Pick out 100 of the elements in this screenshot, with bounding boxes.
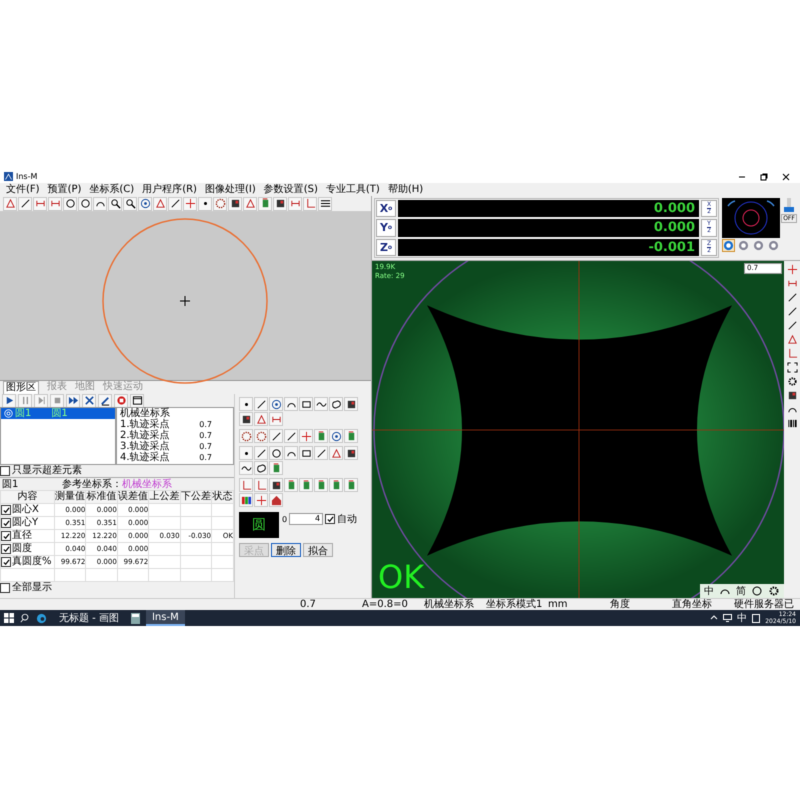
pen-tool[interactable] bbox=[98, 394, 112, 408]
crosshair-icon[interactable] bbox=[786, 264, 798, 275]
axes-icon[interactable] bbox=[786, 348, 798, 359]
ime-charset-text[interactable]: 简 bbox=[736, 584, 746, 598]
window-tool[interactable] bbox=[130, 394, 144, 408]
feature-tree-row[interactable]: 圆1 圆1 bbox=[1, 408, 115, 419]
color-bars-tool[interactable] bbox=[239, 493, 253, 507]
chevron-icon[interactable] bbox=[710, 614, 718, 622]
blob-tool[interactable] bbox=[329, 397, 343, 411]
action-button[interactable]: 拟合 bbox=[303, 543, 333, 557]
target-tool[interactable] bbox=[269, 397, 283, 411]
triangle-tool[interactable] bbox=[243, 196, 257, 210]
menu-item[interactable]: 坐标系(C) bbox=[89, 184, 134, 195]
checkbox[interactable] bbox=[1, 531, 11, 541]
light-mode-button[interactable] bbox=[722, 239, 735, 252]
crosshair-tool[interactable] bbox=[183, 196, 197, 210]
arc-tool[interactable] bbox=[284, 397, 298, 411]
document-tool[interactable] bbox=[269, 461, 283, 475]
reference-link[interactable]: 机械坐标系 bbox=[122, 477, 172, 491]
line-tool[interactable] bbox=[18, 196, 32, 210]
menu-item[interactable]: 专业工具(T) bbox=[326, 184, 380, 195]
crosshair-tool[interactable] bbox=[299, 429, 313, 443]
fast-forward-tool[interactable] bbox=[66, 394, 80, 408]
checkbox[interactable] bbox=[1, 557, 11, 567]
input-method-text[interactable]: 中 bbox=[737, 611, 748, 625]
close-icon[interactable] bbox=[782, 172, 790, 180]
line-tool[interactable] bbox=[314, 446, 328, 460]
document-tool[interactable] bbox=[344, 429, 358, 443]
magnifier-tool[interactable] bbox=[108, 196, 122, 210]
view-tab[interactable]: 图形区 bbox=[3, 381, 39, 394]
target-tool[interactable] bbox=[138, 196, 152, 210]
circle-icon[interactable] bbox=[751, 585, 763, 597]
restore-icon[interactable] bbox=[760, 172, 768, 180]
menu-item[interactable]: 图像处理(I) bbox=[204, 184, 256, 195]
arc-tool[interactable] bbox=[284, 446, 298, 460]
line-icon[interactable] bbox=[786, 292, 798, 303]
light-mode-button[interactable] bbox=[767, 239, 780, 252]
dimension-tool[interactable] bbox=[48, 196, 62, 210]
light-slider[interactable] bbox=[787, 198, 791, 212]
block-tool[interactable] bbox=[273, 196, 287, 210]
notification-icon[interactable] bbox=[752, 614, 760, 622]
ime-mode-text[interactable]: 中 bbox=[704, 584, 714, 598]
lines-tool[interactable] bbox=[318, 196, 332, 210]
taskbar-app[interactable]: 无标题 - 画图 bbox=[53, 610, 125, 626]
line-icon[interactable] bbox=[786, 306, 798, 317]
menu-item[interactable]: 帮助(H) bbox=[388, 184, 424, 195]
play-tool[interactable] bbox=[2, 394, 16, 408]
gear-icon[interactable] bbox=[768, 585, 780, 597]
line-icon[interactable] bbox=[786, 320, 798, 331]
wave-tool[interactable] bbox=[314, 397, 328, 411]
crosshair-tool[interactable] bbox=[254, 493, 268, 507]
light-mode-button[interactable] bbox=[752, 239, 765, 252]
step-tool[interactable] bbox=[34, 394, 48, 408]
search-icon[interactable] bbox=[20, 613, 30, 623]
browser-icon[interactable] bbox=[36, 612, 47, 624]
triangle-tool[interactable] bbox=[329, 446, 343, 460]
gear-icon[interactable] bbox=[786, 376, 798, 387]
document-tool[interactable] bbox=[299, 478, 313, 492]
action-button[interactable]: 删除 bbox=[271, 543, 301, 557]
axes-tool[interactable] bbox=[303, 196, 317, 210]
checkbox[interactable] bbox=[1, 518, 11, 528]
block-tool[interactable] bbox=[344, 446, 358, 460]
line-tool[interactable] bbox=[254, 397, 268, 411]
circle-tool[interactable] bbox=[269, 446, 283, 460]
line-tool[interactable] bbox=[269, 429, 283, 443]
triangle-tool[interactable] bbox=[153, 196, 167, 210]
rectangle-tool[interactable] bbox=[299, 397, 313, 411]
blob-tool[interactable] bbox=[254, 461, 268, 475]
document-tool[interactable] bbox=[344, 478, 358, 492]
block-icon[interactable] bbox=[786, 390, 798, 401]
ring-tool[interactable] bbox=[239, 429, 253, 443]
dot-tool[interactable] bbox=[198, 196, 212, 210]
ring-tool[interactable] bbox=[213, 196, 227, 210]
wave-tool[interactable] bbox=[239, 461, 253, 475]
document-tool[interactable] bbox=[284, 478, 298, 492]
document-tool[interactable] bbox=[329, 478, 343, 492]
dot-tool[interactable] bbox=[239, 397, 253, 411]
line-tool[interactable] bbox=[254, 446, 268, 460]
start-icon[interactable] bbox=[4, 613, 14, 623]
arc-tool[interactable] bbox=[93, 196, 107, 210]
triangle-tool[interactable] bbox=[254, 412, 268, 426]
stop-sign-tool[interactable] bbox=[114, 394, 128, 408]
point-count-field[interactable]: 4 bbox=[289, 513, 324, 525]
checkbox[interactable] bbox=[1, 505, 11, 515]
rectangle-tool[interactable] bbox=[299, 446, 313, 460]
dimension-tool[interactable] bbox=[288, 196, 302, 210]
magnifier-tool[interactable] bbox=[123, 196, 137, 210]
dimension-tool[interactable] bbox=[269, 412, 283, 426]
barcode-icon[interactable] bbox=[786, 418, 798, 429]
dot-tool[interactable] bbox=[239, 446, 253, 460]
target-tool[interactable] bbox=[329, 429, 343, 443]
block-tool[interactable] bbox=[269, 478, 283, 492]
triangle-tool[interactable] bbox=[3, 196, 17, 210]
checkbox[interactable] bbox=[325, 514, 336, 524]
document-tool[interactable] bbox=[258, 196, 272, 210]
checkbox[interactable] bbox=[0, 466, 10, 476]
line-tool[interactable] bbox=[284, 429, 298, 443]
menu-item[interactable]: 用户程序(R) bbox=[142, 184, 197, 195]
house-tool[interactable] bbox=[269, 493, 283, 507]
ring-tool[interactable] bbox=[254, 429, 268, 443]
